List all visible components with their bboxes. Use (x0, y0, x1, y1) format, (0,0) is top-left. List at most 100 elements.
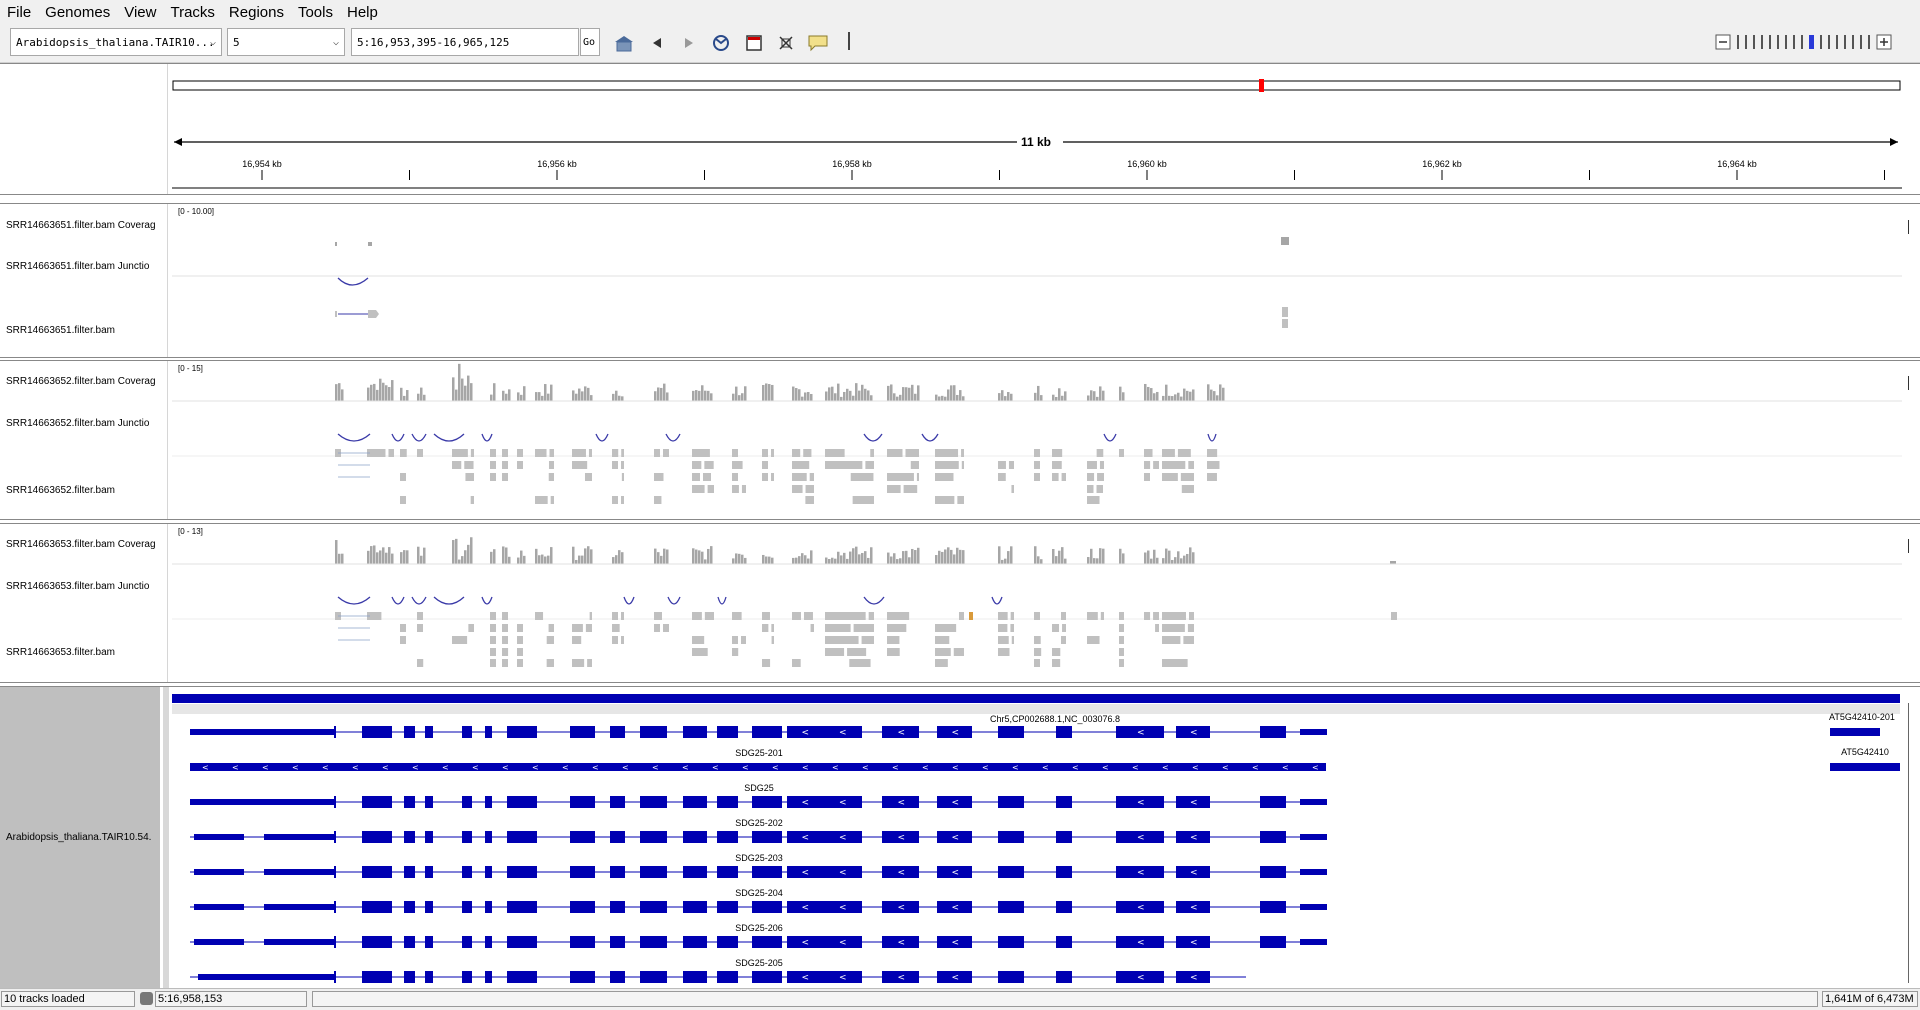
region-navigator-button[interactable] (742, 32, 766, 54)
menu-help[interactable]: Help (340, 4, 385, 21)
read (935, 648, 951, 656)
strand-arrow: < (1252, 763, 1259, 772)
coverage-bar (403, 395, 406, 401)
menu-file[interactable]: File (0, 4, 38, 21)
strand-arrow: < (682, 763, 689, 772)
read (887, 624, 907, 632)
popup-info-button[interactable] (806, 32, 830, 54)
chromosome-feature-bar[interactable] (172, 694, 1900, 703)
coverage-bar (804, 555, 807, 564)
coverage-bar (798, 556, 801, 564)
scrollbar-3[interactable] (1908, 539, 1909, 553)
chromosome-ideogram[interactable] (172, 80, 1901, 91)
transcript[interactable]: < < < < < < SDG25-206 (190, 923, 1327, 948)
annotation-scrollbar[interactable] (1908, 703, 1909, 983)
track-data-2[interactable]: [0 - 15] (172, 361, 1902, 519)
strand-arrow: < (892, 763, 899, 772)
read (1144, 473, 1150, 481)
back-button[interactable] (645, 32, 669, 54)
junction-track-label[interactable]: SRR14663651.filter.bam Junctio (6, 261, 162, 272)
coverage-bar (905, 550, 908, 564)
coverage-bar (1058, 388, 1061, 401)
track-data-1[interactable]: [0 - 10.00] (172, 204, 1902, 357)
locus-search-input[interactable]: 5:16,953,395-16,965,125 (351, 28, 579, 56)
transcript[interactable]: < < < < < < SDG25 (190, 783, 1327, 808)
transcript[interactable]: < < < < < < (190, 726, 1327, 738)
menu-genomes[interactable]: Genomes (38, 4, 117, 21)
menu-tools[interactable]: Tools (291, 4, 340, 21)
transcript[interactable]: < < < < < < SDG25-204 (190, 888, 1327, 913)
read (998, 473, 1006, 481)
home-button[interactable] (612, 32, 636, 54)
read (868, 612, 874, 620)
read (850, 473, 874, 481)
transcripts-group[interactable]: < < < < < << < < < < < < < < < < < < < < < < < < < < < < < < < < < < < < < < <… (190, 712, 1900, 983)
strand-arrow: < (622, 763, 629, 772)
zoom-control[interactable] (1715, 32, 1892, 52)
zoom-in-icon[interactable] (1876, 34, 1892, 50)
ruler-svg[interactable]: 11 kb 16,954 kb 16,956 kb 16,958 kb 16,960 … (172, 64, 1902, 194)
junction-track-label[interactable]: SRR14663652.filter.bam Junctio (6, 418, 162, 429)
coverage-bar (935, 555, 938, 564)
coverage-bar (867, 557, 870, 564)
go-button[interactable]: Go (580, 28, 600, 56)
read (535, 496, 548, 504)
junction-track-label[interactable]: SRR14663653.filter.bam Junctio (6, 581, 162, 592)
read (825, 636, 859, 644)
transcript[interactable]: < < < < < < SDG25-203 (190, 853, 1327, 878)
read (732, 648, 739, 656)
coverage-bar (385, 552, 388, 564)
menu-tracks[interactable]: Tracks (163, 4, 221, 21)
coverage-bar (765, 556, 768, 564)
utr-boundary (334, 971, 336, 983)
scrollbar-1[interactable] (1908, 220, 1909, 234)
menu-view[interactable]: View (117, 4, 163, 21)
read (502, 473, 508, 481)
coverage-track-label[interactable]: SRR14663652.filter.bam Coverag (6, 376, 162, 387)
read (861, 636, 874, 644)
read (1119, 624, 1124, 632)
transcript[interactable]: < < < < < < SDG25-205 (190, 958, 1246, 983)
transcript[interactable]: < < < < < < < < < < < < < < < < < < < < < < < < < < < < < < < < < < < < < < SD… (190, 748, 1326, 772)
data-range-label: [0 - 10.00] (178, 207, 214, 216)
strand-arrow: < (839, 938, 847, 948)
coverage-bar (341, 553, 344, 564)
exon (717, 901, 738, 913)
zoom-out-icon[interactable] (1715, 34, 1731, 50)
coverage-bar (831, 557, 834, 564)
alignment-track-label[interactable]: SRR14663653.filter.bam (6, 647, 162, 658)
read (417, 659, 424, 667)
alignment-track-label[interactable]: SRR14663651.filter.bam (6, 325, 162, 336)
annotation-data[interactable]: Chr5,CP002688.1,NC_003076.8 < < < < < << < < < < <… (172, 687, 1902, 988)
track-data-3[interactable]: [0 - 13] (172, 524, 1902, 682)
forward-button[interactable] (677, 32, 701, 54)
genome-dropdown[interactable]: Arabidopsis_thaliana.TAIR10... ⌵ (10, 28, 222, 56)
annotation-track-label[interactable]: Arabidopsis_thaliana.TAIR10.54. (6, 832, 158, 843)
read (1096, 485, 1104, 493)
refresh-button[interactable] (709, 32, 733, 54)
resize-button[interactable] (774, 32, 798, 54)
chromosome-dropdown[interactable]: 5 ⌵ (227, 28, 345, 56)
exon (507, 901, 537, 913)
read (621, 461, 624, 469)
span-right-arrow (1890, 138, 1898, 146)
coverage-bar (861, 384, 864, 401)
coverage-bar (704, 390, 707, 401)
coverage-track-label[interactable]: SRR14663651.filter.bam Coverag (6, 220, 162, 231)
exon (610, 726, 625, 738)
coverage-bar (890, 384, 893, 401)
read (400, 449, 407, 457)
zoom-slider[interactable] (1737, 35, 1876, 49)
coverage-bar (762, 554, 765, 564)
menu-regions[interactable]: Regions (222, 4, 291, 21)
coverage-bar (701, 551, 704, 564)
exon (1260, 831, 1286, 843)
coverage-track-label[interactable]: SRR14663653.filter.bam Coverag (6, 539, 162, 550)
coverage-bar (1171, 396, 1174, 401)
alignment-track-label[interactable]: SRR14663652.filter.bam (6, 485, 162, 496)
coverage-bar (467, 544, 470, 564)
scrollbar-2[interactable] (1908, 376, 1909, 390)
read (998, 636, 1009, 644)
transcript[interactable]: < < < < < < SDG25-202 (190, 818, 1327, 843)
coverage-group (335, 237, 1289, 246)
